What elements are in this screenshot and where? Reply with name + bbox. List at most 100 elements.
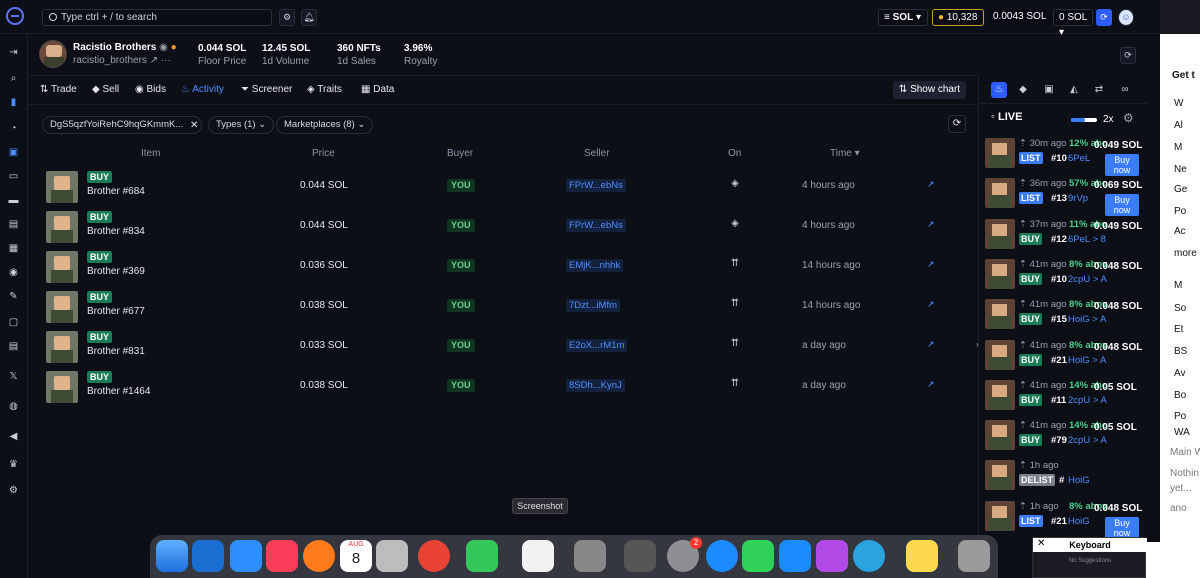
gear-icon[interactable]: ⚙ [7, 484, 20, 497]
notifications-button[interactable]: 🔔︎ [301, 9, 317, 26]
external-link-icon[interactable]: ↗ [927, 339, 935, 350]
eyes-nav-icon[interactable]: ◉ [7, 266, 20, 279]
side-browser-item[interactable]: yet... [1170, 483, 1192, 494]
nft-thumbnail[interactable] [46, 171, 78, 203]
live-item[interactable]: ⇡ 41m ago 8% abov 0.048 SOL BUY #10 2cpU > A [985, 257, 1145, 297]
item-name[interactable]: Brother #834 [87, 226, 145, 237]
side-browser-item[interactable]: Po [1174, 411, 1186, 422]
side-browser-item[interactable]: BS [1174, 346, 1187, 357]
facetime-app-icon[interactable] [742, 540, 774, 572]
external-link-icon[interactable]: ↗ [927, 259, 935, 270]
table-row[interactable]: BUY Brother #834 0.044 SOL YOU FPrW...ebNs ◈ 4… [28, 208, 978, 248]
chart-nav-icon[interactable]: ◔ [7, 122, 20, 135]
seller-address[interactable]: 8SDh...KynJ [566, 379, 625, 392]
speed-slider[interactable] [1071, 118, 1097, 122]
side-browser-item[interactable]: Et [1174, 324, 1183, 335]
table-row[interactable]: BUY Brother #684 0.044 SOL YOU FPrW...ebNs ◈ 4… [28, 168, 978, 208]
seller-address[interactable]: E2oX...rM1m [566, 339, 628, 352]
chrome-app-icon[interactable] [418, 540, 450, 572]
side-browser-item[interactable]: Ge [1174, 184, 1187, 195]
collection-slug[interactable]: racistio_brothers ↗ ··· [73, 55, 171, 66]
settings-button[interactable]: ⚙ [279, 9, 295, 26]
discord-icon[interactable]: ◍ [7, 400, 20, 413]
refresh-icon[interactable]: ⟳ [948, 115, 966, 133]
live-thumbnail[interactable] [985, 258, 1015, 289]
logo-icon[interactable] [6, 7, 24, 25]
tab-bids[interactable]: ◉ Bids [135, 84, 166, 95]
trash-app-icon[interactable] [958, 540, 990, 572]
item-name[interactable]: Brother #369 [87, 266, 145, 277]
live-wallet[interactable]: 9rVp [1068, 193, 1088, 204]
seller-address[interactable]: FPrW...ebNs [566, 219, 626, 232]
monitor-nav-icon[interactable]: ▭ [7, 170, 20, 183]
inbox-nav-icon[interactable]: ▤ [7, 218, 20, 231]
live-thumbnail[interactable] [985, 178, 1015, 209]
live-thumbnail[interactable] [985, 379, 1015, 410]
nft-thumbnail[interactable] [46, 291, 78, 323]
binoculars-icon[interactable]: ∞ [1117, 82, 1133, 98]
live-item[interactable]: ⇡ 30m ago 12% abo 0.049 SOL LIST #10 6PeL Buy … [985, 136, 1145, 176]
tab-activity[interactable]: ♨ Activity [181, 84, 224, 95]
seller-address[interactable]: 7Dzt...iMfm [566, 299, 621, 312]
marketplaces-filter[interactable]: Marketplaces (8) ⌄ [276, 116, 374, 134]
side-browser-item[interactable]: ano [1170, 503, 1187, 514]
nft-thumbnail[interactable] [46, 331, 78, 363]
edit-nav-icon[interactable]: ✎ [7, 290, 20, 303]
side-browser-item[interactable]: Av [1174, 368, 1186, 379]
live-item[interactable]: ⇡ 1h ago DELIST # HoiG [985, 458, 1145, 498]
side-browser-item[interactable]: Po [1174, 206, 1186, 217]
live-wallet[interactable]: 2cpU > A [1068, 274, 1107, 285]
finder-app-icon[interactable] [156, 540, 188, 572]
external-link-icon[interactable]: ↗ [927, 379, 935, 390]
music-app-icon[interactable] [266, 540, 298, 572]
side-browser-item[interactable]: more [1174, 248, 1197, 259]
wallet-select[interactable]: 0 SOL ▾ [1053, 9, 1093, 38]
trophy-icon[interactable]: ♛ [7, 458, 20, 471]
live-wallet[interactable]: 2cpU > A [1068, 395, 1107, 406]
side-browser-item[interactable]: Bo [1174, 390, 1186, 401]
megaphone-icon[interactable]: ◀ [7, 430, 20, 443]
live-wallet[interactable]: HoiG > A [1068, 314, 1106, 325]
wallet-nav-icon[interactable]: ▬ [7, 194, 20, 207]
firefox-app-icon[interactable] [303, 540, 335, 572]
transfer-icon[interactable]: ⇄ [1091, 82, 1107, 98]
live-settings-icon[interactable]: ⚙ [1123, 111, 1134, 125]
search-input[interactable]: Type ctrl + / to search [42, 9, 272, 26]
doc-nav-icon[interactable]: ▤ [7, 340, 20, 353]
side-browser-item[interactable]: M [1174, 142, 1182, 153]
tab-traits[interactable]: ◈ Traits [307, 84, 342, 95]
tab-screener[interactable]: ⏷ Screener [241, 84, 292, 95]
side-browser-item[interactable]: So [1174, 303, 1186, 314]
live-wallet[interactable]: 6PeL > 8 [1068, 234, 1106, 245]
refresh-collection-button[interactable]: ⟳ [1120, 47, 1136, 64]
external-link-icon[interactable]: ↗ [927, 219, 935, 230]
live-thumbnail[interactable] [985, 500, 1015, 531]
table-row[interactable]: BUY Brother #831 0.033 SOL YOU E2oX...rM1m ⇈ a… [28, 328, 978, 368]
live-item[interactable]: ⇡ 41m ago 8% abov 0.048 SOL BUY #21 HoiG > A [985, 338, 1145, 378]
trade-nav-icon[interactable]: ▮ [7, 96, 20, 109]
nft-thumbnail[interactable] [46, 371, 78, 403]
live-item[interactable]: ⇡ 41m ago 8% abov 0.048 SOL BUY #15 HoiG > A [985, 297, 1145, 337]
side-browser-item[interactable]: Ac [1174, 226, 1186, 237]
types-filter[interactable]: Types (1) ⌄ [208, 116, 275, 134]
search-nav-icon[interactable]: ⌕ [7, 72, 20, 85]
side-browser-item[interactable]: Nothin [1170, 468, 1199, 479]
side-browser-item[interactable]: Main W [1170, 447, 1200, 458]
mail-app-icon[interactable] [230, 540, 262, 572]
live-item[interactable]: ⇡ 41m ago 14% abo 0.05 SOL BUY #11 2cpU > A [985, 378, 1145, 418]
calendar-app-icon[interactable]: AUG 8 [340, 540, 372, 572]
bell-icon[interactable]: ◭ [1066, 82, 1082, 98]
currency-select[interactable]: ≡ SOL ▾ [878, 9, 928, 26]
live-wallet[interactable]: 2cpU > A [1068, 435, 1107, 446]
collapse-icon[interactable]: ⇥ [7, 46, 20, 59]
tab-data[interactable]: ▦ Data [361, 84, 394, 95]
bag-icon[interactable]: ▣ [1041, 82, 1057, 98]
buy-now-button[interactable]: Buy now [1105, 154, 1139, 176]
item-name[interactable]: Brother #677 [87, 306, 145, 317]
notes-app-icon[interactable] [906, 540, 938, 572]
gift-nav-icon[interactable]: ▣ [7, 146, 20, 159]
live-item[interactable]: ⇡ 36m ago 57% abo 0.069 SOL LIST #13 9rVp Buy … [985, 176, 1145, 217]
drop-icon[interactable]: ◆ [1015, 82, 1031, 98]
x-icon[interactable]: 𝕏 [7, 370, 20, 383]
live-wallet[interactable]: 6PeL [1068, 153, 1090, 164]
